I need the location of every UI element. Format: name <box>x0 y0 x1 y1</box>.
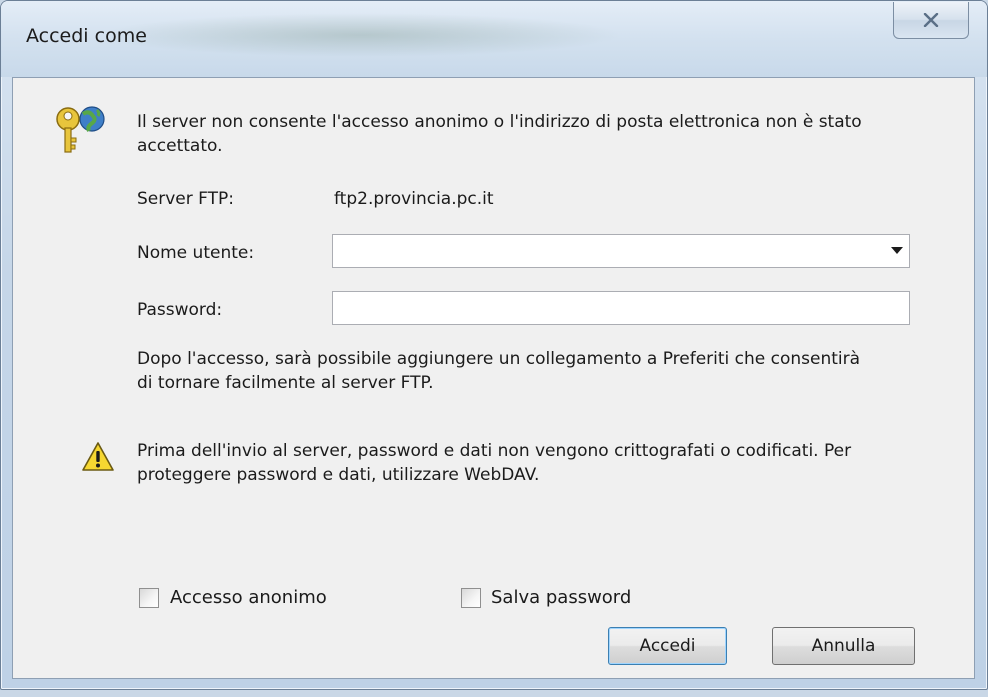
key-globe-icon <box>53 102 109 158</box>
warning-icon <box>81 440 115 474</box>
message-line-2: accettato. <box>137 136 223 156</box>
dialog-body: Il server non consente l'accesso anonimo… <box>12 77 975 679</box>
server-label: Server FTP: <box>137 189 234 209</box>
anonymous-checkbox[interactable] <box>139 588 159 608</box>
title-bar[interactable]: Accedi come <box>1 1 987 77</box>
server-value: ftp2.provincia.pc.it <box>334 189 494 209</box>
username-input[interactable] <box>333 235 909 267</box>
login-button[interactable]: Accedi <box>608 627 727 665</box>
close-icon <box>923 13 939 27</box>
save-password-checkbox[interactable] <box>461 588 481 608</box>
info-line-2: di tornare facilmente al server FTP. <box>137 373 434 393</box>
password-input[interactable] <box>333 292 909 324</box>
dialog-title: Accedi come <box>26 25 147 47</box>
password-field[interactable] <box>332 291 910 325</box>
username-combobox[interactable] <box>332 234 910 268</box>
warning-line-2: proteggere password e dati, utilizzare W… <box>137 465 540 485</box>
password-label: Password: <box>137 300 223 320</box>
cancel-button[interactable]: Annulla <box>772 627 915 665</box>
username-label: Nome utente: <box>137 243 255 263</box>
warning-line-1: Prima dell'invio al server, password e d… <box>137 441 852 461</box>
save-password-label[interactable]: Salva password <box>491 587 631 608</box>
anonymous-label[interactable]: Accesso anonimo <box>170 587 327 608</box>
close-button[interactable] <box>893 2 969 39</box>
message-line-1: Il server non consente l'accesso anonimo… <box>137 112 862 132</box>
info-line-1: Dopo l'accesso, sarà possibile aggiunger… <box>137 349 861 369</box>
chevron-down-icon[interactable] <box>891 247 903 254</box>
login-dialog: Accedi come Il server non consente l'acc… <box>0 0 988 690</box>
